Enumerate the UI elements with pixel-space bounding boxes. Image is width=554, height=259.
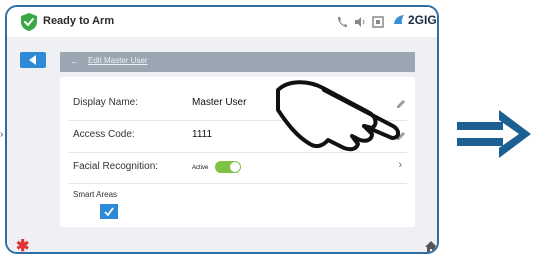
shield-check-icon <box>21 13 37 31</box>
brand-name: 2GIG <box>408 13 437 27</box>
access-code-value: 1111 <box>192 129 213 140</box>
grid-icon[interactable] <box>371 15 385 29</box>
phone-icon[interactable] <box>335 15 349 29</box>
brand-logo: 2GIG <box>392 13 437 27</box>
smart-areas-label: Smart Areas <box>73 190 118 199</box>
home-icon[interactable] <box>424 240 438 254</box>
volume-icon[interactable] <box>353 15 367 29</box>
facial-recognition-label: Facial Recognition: <box>73 161 159 172</box>
facial-recognition-toggle[interactable] <box>215 161 241 173</box>
chevron-right-icon[interactable]: › <box>398 159 402 171</box>
status-bar: Ready to Arm 2GIG <box>7 7 437 37</box>
next-arrow-icon <box>457 110 531 158</box>
facial-recognition-status: Active <box>192 165 209 171</box>
brand-logo-icon <box>394 15 404 24</box>
display-name-label: Display Name: <box>73 97 139 108</box>
back-button[interactable] <box>20 52 46 68</box>
smart-areas-checkbox[interactable] <box>100 204 118 219</box>
access-code-label: Access Code: <box>73 129 135 140</box>
back-arrow-icon <box>29 55 36 65</box>
toggle-knob <box>230 162 240 172</box>
asterisk-icon[interactable]: ✱ <box>16 236 29 252</box>
display-name-value: Master User <box>192 97 247 108</box>
arm-status-text: Ready to Arm <box>43 15 115 27</box>
pointing-hand-icon <box>276 80 401 152</box>
divider <box>68 183 407 184</box>
header-back-icon[interactable]: ← <box>70 56 79 66</box>
page-title: Edit Master User <box>88 56 148 65</box>
checkmark-icon <box>104 207 114 216</box>
